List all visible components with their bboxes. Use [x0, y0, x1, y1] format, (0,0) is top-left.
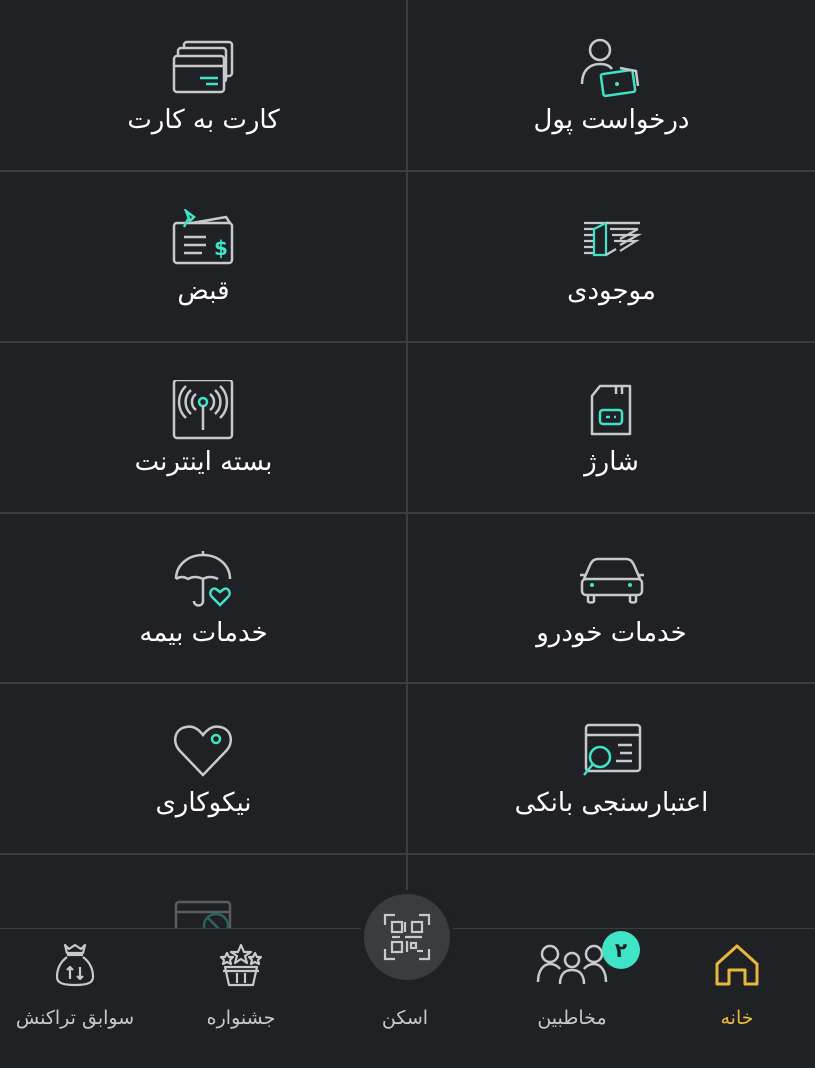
service-charity[interactable]: نیکوکاری — [0, 683, 407, 854]
contacts-icon: ۲ — [536, 931, 640, 989]
nav-contacts[interactable]: ۲ مخاطبین — [497, 929, 647, 1039]
charity-heart-icon — [172, 721, 236, 781]
service-sim-charge[interactable]: شارژ — [408, 342, 815, 513]
nav-festival[interactable]: جشنواره — [166, 929, 316, 1039]
balance-icon — [580, 209, 644, 269]
sim-card-icon — [580, 380, 644, 440]
service-label: درخواست پول — [533, 105, 690, 135]
service-label: خدمات بیمه — [139, 618, 268, 648]
blocked-card-icon — [172, 898, 236, 930]
svg-text:$: $ — [214, 236, 228, 260]
service-credit-check[interactable]: اعتبارسنجی بانکی — [408, 683, 815, 854]
service-label: موجودی — [567, 276, 656, 306]
bill-icon: $ — [172, 209, 236, 269]
service-label: قبض — [177, 276, 230, 306]
service-money-request[interactable]: درخواست پول — [408, 0, 815, 171]
scan-button-ring — [360, 890, 454, 984]
nav-history-label: سوابق تراکنش — [15, 1007, 135, 1029]
service-insurance[interactable]: خدمات بیمه — [0, 513, 407, 684]
service-label: نیکوکاری — [155, 788, 252, 818]
nav-transaction-history[interactable]: سوابق تراکنش — [0, 929, 150, 1039]
qr-code-icon — [383, 913, 431, 961]
service-car[interactable]: خدمات خودرو — [408, 513, 815, 684]
nav-festival-label: جشنواره — [206, 1007, 276, 1029]
services-grid: درخواست پول کارت به کارت موجودی $ قبض شا… — [0, 0, 815, 930]
card-to-card-icon — [172, 38, 236, 98]
service-label: اعتبارسنجی بانکی — [514, 788, 709, 818]
festival-basket-icon — [219, 941, 263, 989]
service-bill[interactable]: $ قبض — [0, 171, 407, 342]
car-icon — [579, 551, 644, 611]
money-request-icon — [580, 38, 644, 98]
insurance-umbrella-icon — [172, 551, 236, 611]
service-partial — [0, 854, 407, 930]
contacts-badge: ۲ — [602, 931, 640, 969]
service-internet-package[interactable]: بسته اینترنت — [0, 342, 407, 513]
service-label: بسته اینترنت — [134, 447, 273, 477]
nav-contacts-label: مخاطبین — [537, 1007, 607, 1029]
service-balance[interactable]: موجودی — [408, 171, 815, 342]
nav-scan-label: اسکن — [381, 1007, 429, 1029]
service-card-to-card[interactable]: کارت به کارت — [0, 0, 407, 171]
service-label: شارژ — [584, 447, 639, 477]
nav-home-label: خانه — [720, 1007, 754, 1029]
money-bag-icon — [55, 941, 95, 989]
nav-home[interactable]: خانه — [662, 929, 812, 1039]
scan-button[interactable] — [364, 894, 450, 980]
service-label: خدمات خودرو — [536, 618, 687, 648]
service-label: کارت به کارت — [127, 105, 280, 135]
home-icon — [713, 941, 761, 989]
credit-check-icon — [580, 721, 644, 781]
internet-package-icon — [172, 380, 236, 440]
